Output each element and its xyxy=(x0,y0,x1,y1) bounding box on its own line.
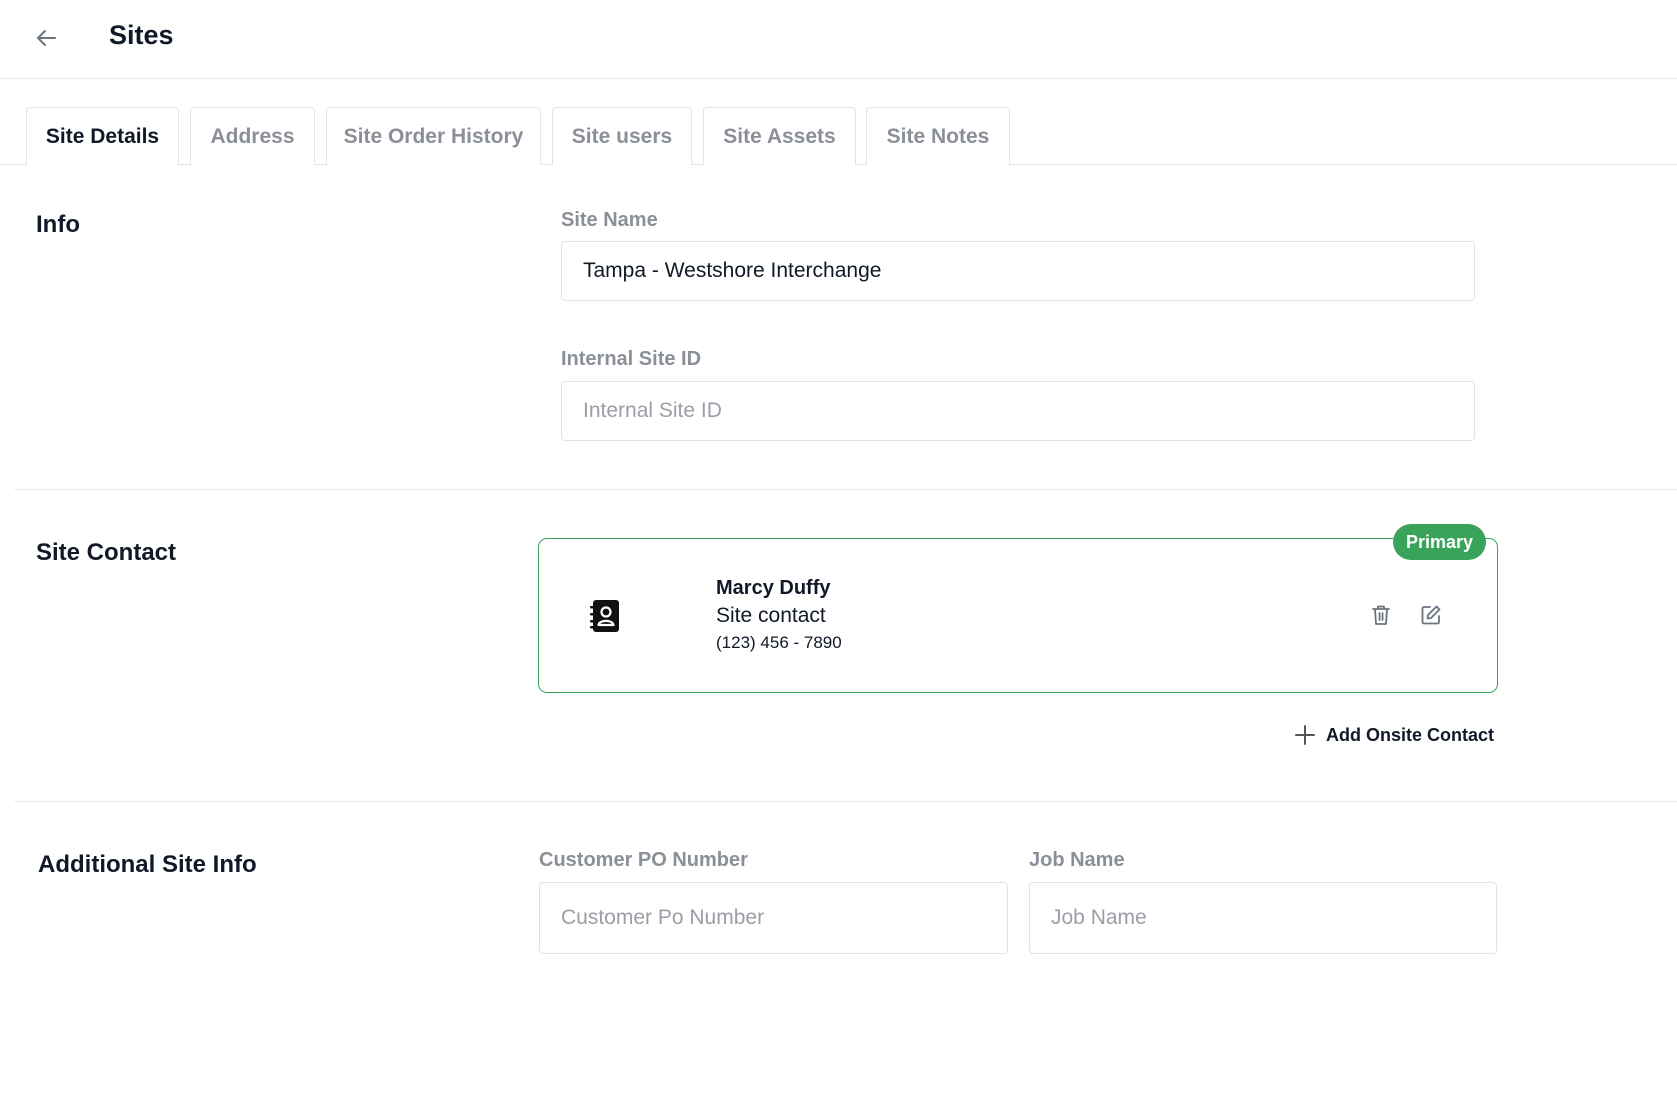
edit-contact-button[interactable] xyxy=(1417,601,1445,629)
plus-icon xyxy=(1295,725,1315,745)
back-button[interactable] xyxy=(32,24,60,52)
section-divider xyxy=(14,801,1677,802)
section-divider xyxy=(14,489,1677,490)
internal-site-id-input[interactable] xyxy=(561,381,1475,441)
contact-book-icon xyxy=(589,599,621,633)
tab-site-users[interactable]: Site users xyxy=(552,107,692,165)
trash-icon xyxy=(1372,605,1390,625)
tab-site-details[interactable]: Site Details xyxy=(26,107,179,166)
additional-site-info-title: Additional Site Info xyxy=(38,851,257,878)
tab-site-notes[interactable]: Site Notes xyxy=(866,107,1010,165)
internal-site-id-label: Internal Site ID xyxy=(561,348,702,370)
edit-icon xyxy=(1421,605,1441,625)
contact-phone: (123) 456 - 7890 xyxy=(716,633,842,652)
site-name-input[interactable] xyxy=(561,241,1475,301)
contact-card: Marcy Duffy Site contact (123) 456 - 789… xyxy=(538,538,1498,693)
tab-site-assets[interactable]: Site Assets xyxy=(703,107,856,165)
job-name-input[interactable] xyxy=(1029,882,1497,954)
customer-po-number-input[interactable] xyxy=(539,882,1008,954)
tab-bar: Site Details Address Site Order History … xyxy=(0,107,1677,166)
customer-po-number-label: Customer PO Number xyxy=(539,849,748,871)
add-onsite-contact-label: Add Onsite Contact xyxy=(1326,724,1495,745)
arrow-left-icon xyxy=(37,30,56,46)
add-onsite-contact-button[interactable]: Add Onsite Contact xyxy=(1294,722,1494,748)
primary-badge: Primary xyxy=(1393,524,1487,560)
job-name-label: Job Name xyxy=(1029,849,1125,871)
contact-name: Marcy Duffy xyxy=(716,577,831,599)
page-title: Sites xyxy=(109,20,174,50)
tab-address[interactable]: Address xyxy=(190,107,315,165)
tab-site-order-history[interactable]: Site Order History xyxy=(326,107,541,165)
site-name-label: Site Name xyxy=(561,209,658,231)
info-section-title: Info xyxy=(36,211,80,238)
contact-role: Site contact xyxy=(716,604,826,627)
site-contact-section-title: Site Contact xyxy=(36,539,177,566)
delete-contact-button[interactable] xyxy=(1367,601,1395,629)
page-header: Sites xyxy=(0,0,1677,79)
